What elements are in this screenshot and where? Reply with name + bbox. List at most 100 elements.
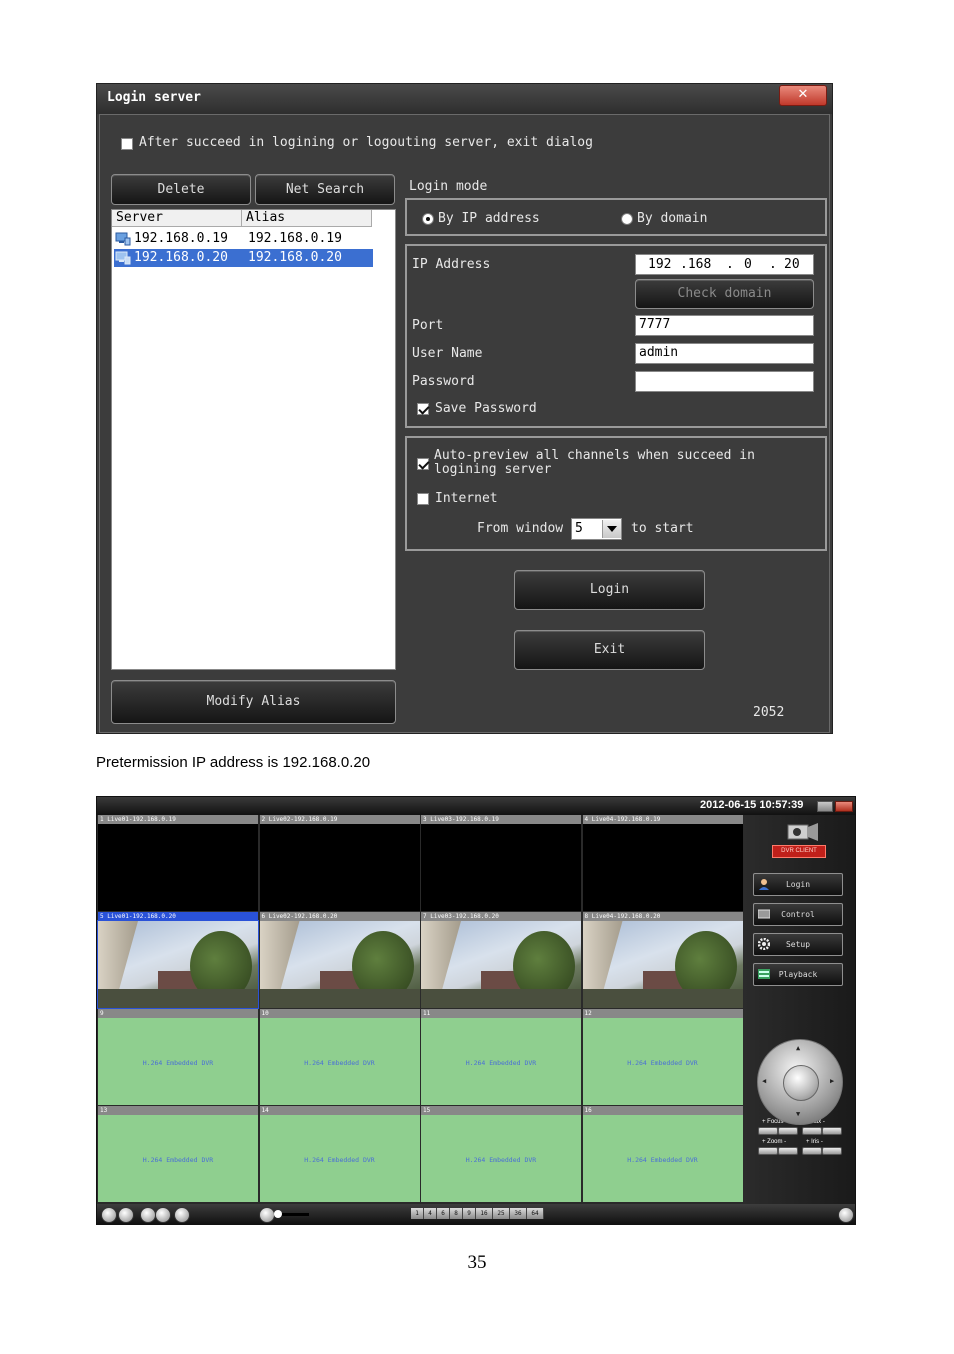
split-button[interactable]: 16 [476, 1208, 493, 1219]
split-button[interactable]: 8 [450, 1208, 463, 1219]
channel-label: 9 [98, 1009, 258, 1018]
channel-cell[interactable]: 5 Live01-192.168.0.20 [97, 912, 259, 1009]
ptz-up-arrow-icon[interactable]: ▲ [796, 1044, 800, 1052]
close-button[interactable]: ✕ [779, 85, 827, 106]
stop-button[interactable] [118, 1207, 134, 1223]
side-login-button[interactable]: Login [753, 873, 843, 896]
channel-label: 7 Live03-192.168.0.20 [421, 912, 581, 921]
dvr-client-window: 2012-06-15 10:57:39 1 Live01-192.168.0.1… [96, 796, 856, 1225]
ptz-joystick[interactable]: ▲ ▼ ◀ ▶ [757, 1039, 843, 1125]
aux-plus-button[interactable] [802, 1127, 822, 1135]
zoom-minus-button[interactable] [778, 1147, 798, 1155]
iris-plus-button[interactable] [802, 1147, 822, 1155]
channel-cell[interactable]: 11 H.264 Embedded DVR [421, 1009, 581, 1105]
snapshot-button[interactable] [155, 1207, 171, 1223]
server-row-selected[interactable]: 192.168.0.20 192.168.0.20 [114, 249, 373, 267]
username-input[interactable]: admin [635, 343, 814, 364]
channel-label: 4 Live04-192.168.0.19 [582, 815, 743, 824]
server-alias: 192.168.0.19 [248, 231, 342, 246]
password-input[interactable] [635, 371, 814, 392]
volume-icon[interactable] [259, 1207, 275, 1223]
channel-cell[interactable]: 10 H.264 Embedded DVR [259, 1009, 420, 1105]
channel-label: 2 Live02-192.168.0.19 [259, 815, 420, 824]
embedded-dvr-text: H.264 Embedded DVR [465, 1156, 537, 1164]
channel-cell[interactable]: 13 H.264 Embedded DVR [98, 1106, 258, 1202]
record-button[interactable] [140, 1207, 156, 1223]
by-ip-radio[interactable] [422, 213, 434, 225]
to-start-label: to start [631, 521, 694, 536]
channel-cell[interactable]: 14 H.264 Embedded DVR [259, 1106, 420, 1202]
side-control-button[interactable]: Control [753, 903, 843, 926]
exit-dialog-checkbox[interactable] [121, 138, 133, 150]
split-button[interactable]: 6 [437, 1208, 450, 1219]
channel-cell[interactable]: 7 Live03-192.168.0.20 [421, 912, 581, 1008]
split-button[interactable]: 36 [510, 1208, 527, 1219]
volume-slider[interactable] [274, 1210, 309, 1218]
ptz-left-arrow-icon[interactable]: ◀ [762, 1077, 766, 1085]
channel-cell[interactable]: 16 H.264 Embedded DVR [582, 1106, 743, 1202]
internet-checkbox[interactable] [417, 493, 429, 505]
volume-slider-handle[interactable] [274, 1210, 282, 1218]
internet-label: Internet [435, 491, 498, 506]
video-ground [582, 989, 743, 1008]
ip-address-input[interactable]: 192 .168 . 0 . 20 [635, 254, 814, 275]
close-button[interactable] [835, 801, 853, 812]
by-domain-radio[interactable] [621, 213, 633, 225]
column-header-server[interactable]: Server [112, 210, 242, 227]
auto-preview-checkbox[interactable] [417, 458, 429, 470]
side-playback-button[interactable]: Playback [753, 963, 843, 986]
check-domain-button[interactable]: Check domain [635, 279, 814, 309]
side-setup-label: Setup [785, 940, 811, 949]
ptz-right-arrow-icon[interactable]: ▶ [830, 1077, 834, 1085]
save-password-checkbox[interactable] [417, 403, 429, 415]
dialog-title: Login server [107, 90, 201, 105]
split-button[interactable]: 25 [493, 1208, 510, 1219]
embedded-dvr-text: H.264 Embedded DVR [304, 1059, 375, 1067]
zoom-plus-button[interactable] [758, 1147, 778, 1155]
ptz-center-button[interactable] [783, 1065, 819, 1101]
dropdown-arrow-icon[interactable] [602, 520, 621, 538]
embedded-dvr-text: H.264 Embedded DVR [304, 1156, 375, 1164]
focus-minus-button[interactable] [778, 1127, 798, 1135]
embedded-dvr-text: H.264 Embedded DVR [142, 1059, 214, 1067]
channel-cell[interactable]: 6 Live02-192.168.0.20 [259, 912, 420, 1008]
channel-cell[interactable]: 4 Live04-192.168.0.19 [582, 815, 743, 911]
iris-label: + Iris - [806, 1139, 823, 1145]
exit-button[interactable]: Exit [514, 630, 705, 670]
channel-label: 8 Live04-192.168.0.20 [582, 912, 743, 921]
column-header-alias[interactable]: Alias [242, 210, 372, 227]
delete-button[interactable]: Delete [111, 174, 251, 205]
focus-plus-button[interactable] [758, 1127, 778, 1135]
ptz-down-arrow-icon[interactable]: ▼ [796, 1110, 800, 1118]
audio-button[interactable] [174, 1207, 190, 1223]
iris-minus-button[interactable] [822, 1147, 842, 1155]
split-button[interactable]: 4 [424, 1208, 437, 1219]
split-button[interactable]: 1 [411, 1208, 424, 1219]
channel-cell[interactable]: 12 H.264 Embedded DVR [582, 1009, 743, 1105]
split-button[interactable]: 9 [463, 1208, 476, 1219]
aux-minus-button[interactable] [822, 1127, 842, 1135]
channel-cell[interactable]: 8 Live04-192.168.0.20 [582, 912, 743, 1008]
fullscreen-button[interactable] [838, 1207, 854, 1223]
channel-cell[interactable]: 3 Live03-192.168.0.19 [421, 815, 581, 911]
channel-cell[interactable]: 1 Live01-192.168.0.19 [98, 815, 258, 911]
net-search-button[interactable]: Net Search [255, 174, 395, 205]
channel-cell[interactable]: 15 H.264 Embedded DVR [421, 1106, 581, 1202]
play-button[interactable] [101, 1207, 117, 1223]
channel-view [582, 921, 743, 1008]
login-button[interactable]: Login [514, 570, 705, 610]
side-setup-button[interactable]: Setup [753, 933, 843, 956]
channel-label: 15 [421, 1106, 581, 1115]
channel-view [259, 921, 420, 1008]
from-window-select[interactable]: 5 [571, 518, 622, 540]
modify-alias-button[interactable]: Modify Alias [111, 680, 396, 724]
server-list[interactable]: Server Alias 192.168.0.19 192.168.0.19 1… [111, 209, 396, 670]
server-row[interactable]: 192.168.0.19 192.168.0.19 [114, 230, 373, 248]
channel-cell[interactable]: 2 Live02-192.168.0.19 [259, 815, 420, 911]
channel-cell[interactable]: 9 H.264 Embedded DVR [98, 1009, 258, 1105]
split-button[interactable]: 64 [527, 1208, 544, 1219]
by-domain-label: By domain [637, 211, 708, 226]
port-input[interactable]: 7777 [635, 315, 814, 336]
minimize-button[interactable] [817, 801, 833, 812]
dvr-titlebar: 2012-06-15 10:57:39 [97, 797, 855, 815]
